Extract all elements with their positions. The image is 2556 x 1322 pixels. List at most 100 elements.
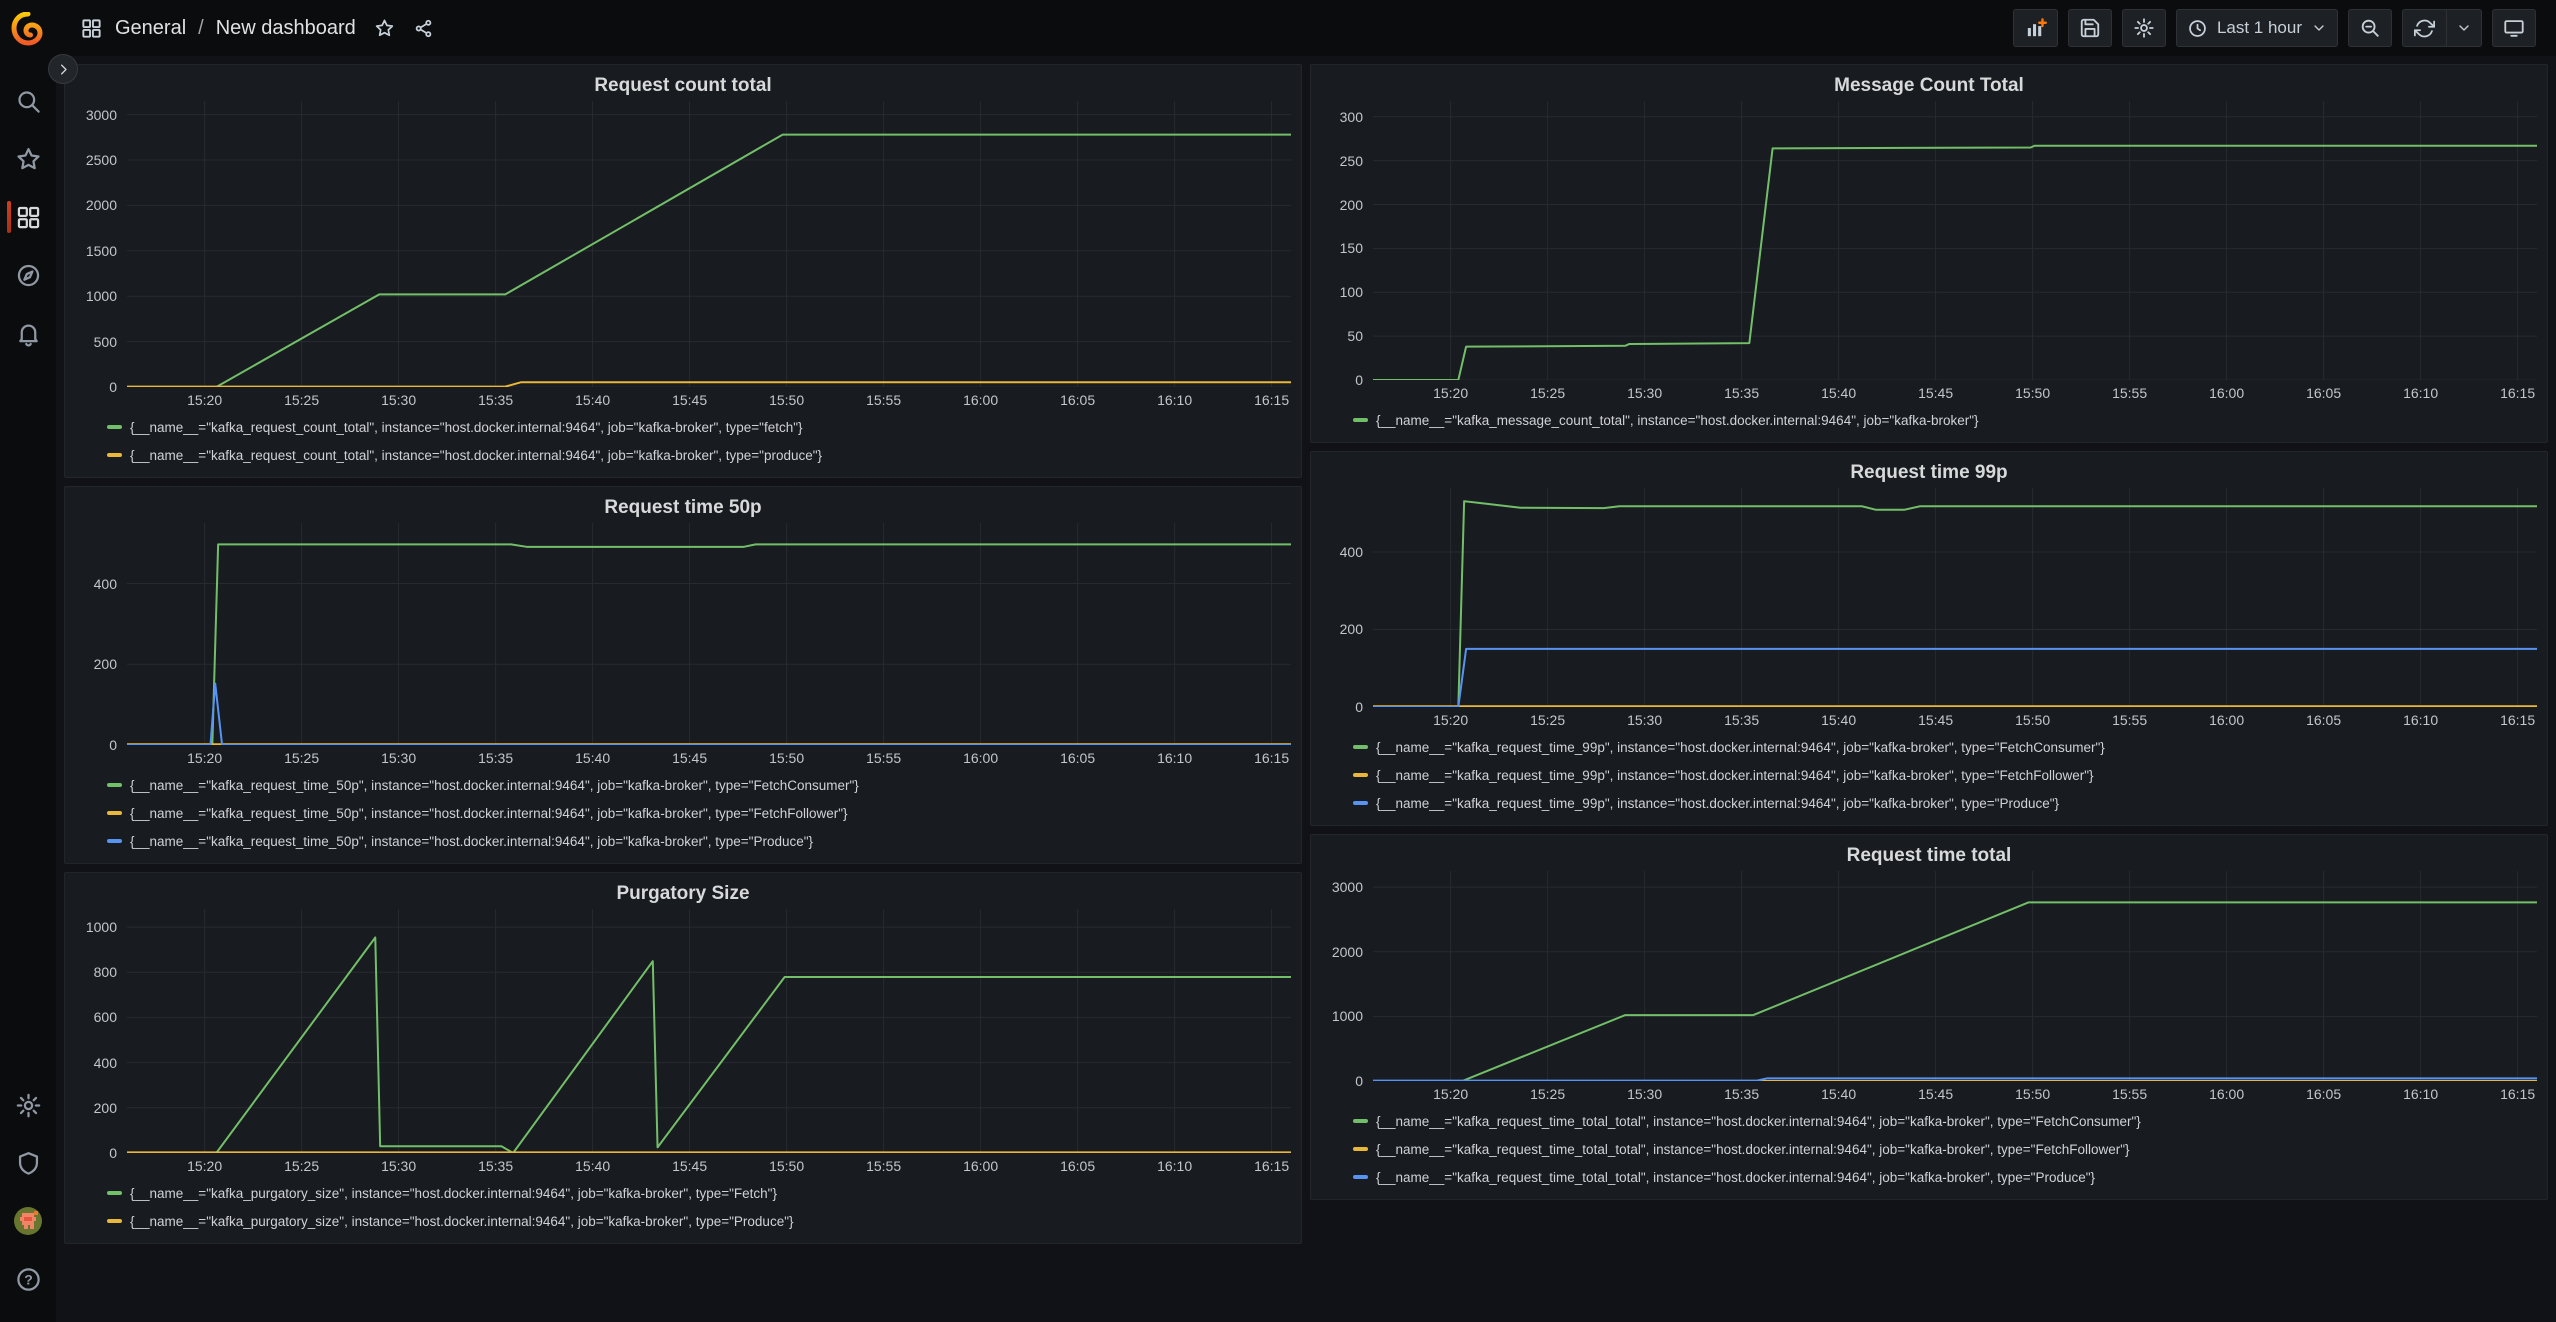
legend-item[interactable]: {__name__="kafka_purgatory_size", instan… <box>107 1179 1291 1207</box>
y-tick-label: 200 <box>94 656 117 672</box>
sidebar-item-profile[interactable] <box>0 1192 56 1250</box>
star-dashboard-button[interactable] <box>374 18 395 39</box>
sidebar-expand-button[interactable] <box>48 54 78 84</box>
legend-item[interactable]: {__name__="kafka_request_time_50p", inst… <box>107 827 1291 855</box>
x-tick-label: 15:50 <box>2015 1086 2050 1102</box>
sidebar-item-server-admin[interactable] <box>0 1134 56 1192</box>
plot-area[interactable] <box>1373 101 2537 380</box>
y-axis: 050010001500200025003000 <box>75 101 127 387</box>
x-tick-label: 15:30 <box>381 750 416 766</box>
x-tick-label: 16:05 <box>1060 392 1095 408</box>
sidebar-item-explore[interactable] <box>0 246 56 304</box>
monitor-icon <box>2503 17 2525 39</box>
y-tick-label: 0 <box>1355 1073 1363 1089</box>
refresh-interval-dropdown[interactable] <box>2446 9 2482 47</box>
x-tick-label: 15:40 <box>575 392 610 408</box>
grafana-logo[interactable] <box>11 12 45 46</box>
y-tick-label: 0 <box>109 737 117 753</box>
legend-item[interactable]: {__name__="kafka_purgatory_size", instan… <box>107 1207 1291 1235</box>
legend-swatch <box>1353 1175 1368 1179</box>
x-tick-label: 16:00 <box>963 392 998 408</box>
dashboard-grid: Request count total050010001500200025003… <box>56 56 2556 1322</box>
sidebar-item-alerting[interactable] <box>0 304 56 362</box>
sidebar-item-help[interactable]: ? <box>0 1250 56 1308</box>
help-icon: ? <box>15 1266 42 1293</box>
panel-title[interactable]: Request time 99p <box>1321 458 2537 488</box>
panel-title[interactable]: Purgatory Size <box>75 879 1291 909</box>
dashboard-settings-button[interactable] <box>2122 9 2166 47</box>
sidebar-item-starred[interactable] <box>0 130 56 188</box>
legend-series-label: {__name__="kafka_request_count_total", i… <box>130 448 822 463</box>
breadcrumb-dashboard-title[interactable]: New dashboard <box>216 17 356 40</box>
chart-area: 0200400 <box>1321 488 2537 707</box>
panel-message-count-total: Message Count Total050100150200250300 15:… <box>1310 64 2548 443</box>
legend-item[interactable]: {__name__="kafka_request_time_50p", inst… <box>107 799 1291 827</box>
zoom-out-time-button[interactable] <box>2348 9 2392 47</box>
chart-area: 050100150200250300 <box>1321 101 2537 380</box>
refresh-dashboard-button[interactable] <box>2402 9 2446 47</box>
bell-icon <box>15 320 42 347</box>
add-panel-button[interactable] <box>2013 9 2058 47</box>
chart-area: 02004006008001000 <box>75 909 1291 1153</box>
star-icon <box>15 146 42 173</box>
x-tick-label: 16:10 <box>1157 392 1192 408</box>
legend-item[interactable]: {__name__="kafka_request_time_99p", inst… <box>1353 789 2537 817</box>
x-tick-label: 16:00 <box>963 1158 998 1174</box>
x-tick-label: 15:50 <box>769 750 804 766</box>
zoom-out-icon <box>2359 17 2381 39</box>
x-tick-label: 15:50 <box>2015 712 2050 728</box>
panel-title[interactable]: Request time total <box>1321 841 2537 871</box>
plot-area[interactable] <box>127 909 1291 1153</box>
plot-area[interactable] <box>127 523 1291 745</box>
legend-series-label: {__name__="kafka_request_time_99p", inst… <box>1376 768 2094 783</box>
plot-area[interactable] <box>1373 871 2537 1081</box>
plot-area[interactable] <box>127 101 1291 387</box>
y-tick-label: 200 <box>1340 621 1363 637</box>
legend-item[interactable]: {__name__="kafka_request_time_50p", inst… <box>107 771 1291 799</box>
save-dashboard-button[interactable] <box>2068 9 2112 47</box>
x-tick-label: 15:55 <box>2112 385 2147 401</box>
x-axis: 15:2015:2515:3015:3515:4015:4515:5015:55… <box>127 745 1291 769</box>
legend-item[interactable]: {__name__="kafka_request_time_total_tota… <box>1353 1163 2537 1191</box>
y-tick-label: 800 <box>94 964 117 980</box>
cycle-view-mode-button[interactable] <box>2492 9 2536 47</box>
x-axis: 15:2015:2515:3015:3515:4015:4515:5015:55… <box>1373 1081 2537 1105</box>
legend-item[interactable]: {__name__="kafka_request_count_total", i… <box>107 441 1291 469</box>
breadcrumb-folder[interactable]: General <box>115 17 186 40</box>
x-tick-label: 15:55 <box>866 392 901 408</box>
y-tick-label: 400 <box>1340 544 1363 560</box>
x-tick-label: 16:10 <box>2403 385 2438 401</box>
legend-swatch <box>1353 1147 1368 1151</box>
legend-series-label: {__name__="kafka_request_time_50p", inst… <box>130 778 859 793</box>
legend-item[interactable]: {__name__="kafka_request_time_total_tota… <box>1353 1107 2537 1135</box>
x-tick-label: 15:45 <box>1918 712 1953 728</box>
legend-item[interactable]: {__name__="kafka_request_count_total", i… <box>107 413 1291 441</box>
x-tick-label: 15:20 <box>1433 1086 1468 1102</box>
star-icon <box>374 18 395 39</box>
legend-item[interactable]: {__name__="kafka_message_count_total", i… <box>1353 406 2537 434</box>
x-tick-label: 15:20 <box>187 1158 222 1174</box>
legend-item[interactable]: {__name__="kafka_request_time_99p", inst… <box>1353 761 2537 789</box>
legend-item[interactable]: {__name__="kafka_request_time_99p", inst… <box>1353 733 2537 761</box>
sidebar: ? <box>0 0 56 1322</box>
legend-series-label: {__name__="kafka_purgatory_size", instan… <box>130 1186 777 1201</box>
sidebar-item-dashboards[interactable] <box>0 188 56 246</box>
legend-item[interactable]: {__name__="kafka_request_time_total_tota… <box>1353 1135 2537 1163</box>
x-tick-label: 16:00 <box>963 750 998 766</box>
plot-area[interactable] <box>1373 488 2537 707</box>
y-tick-label: 600 <box>94 1009 117 1025</box>
x-tick-label: 15:35 <box>1724 385 1759 401</box>
sidebar-item-configuration[interactable] <box>0 1076 56 1134</box>
y-tick-label: 250 <box>1340 153 1363 169</box>
share-dashboard-button[interactable] <box>413 18 434 39</box>
sidebar-item-search[interactable] <box>0 72 56 130</box>
panel-title[interactable]: Request time 50p <box>75 493 1291 523</box>
panel-title[interactable]: Request count total <box>75 71 1291 101</box>
time-range-picker[interactable]: Last 1 hour <box>2176 9 2338 47</box>
y-tick-label: 0 <box>1355 699 1363 715</box>
legend-series-label: {__name__="kafka_request_time_total_tota… <box>1376 1170 2095 1185</box>
x-tick-label: 16:00 <box>2209 385 2244 401</box>
x-tick-label: 15:25 <box>284 392 319 408</box>
dashboard-column-right: Message Count Total050100150200250300 15:… <box>1310 64 2548 1314</box>
panel-title[interactable]: Message Count Total <box>1321 71 2537 101</box>
